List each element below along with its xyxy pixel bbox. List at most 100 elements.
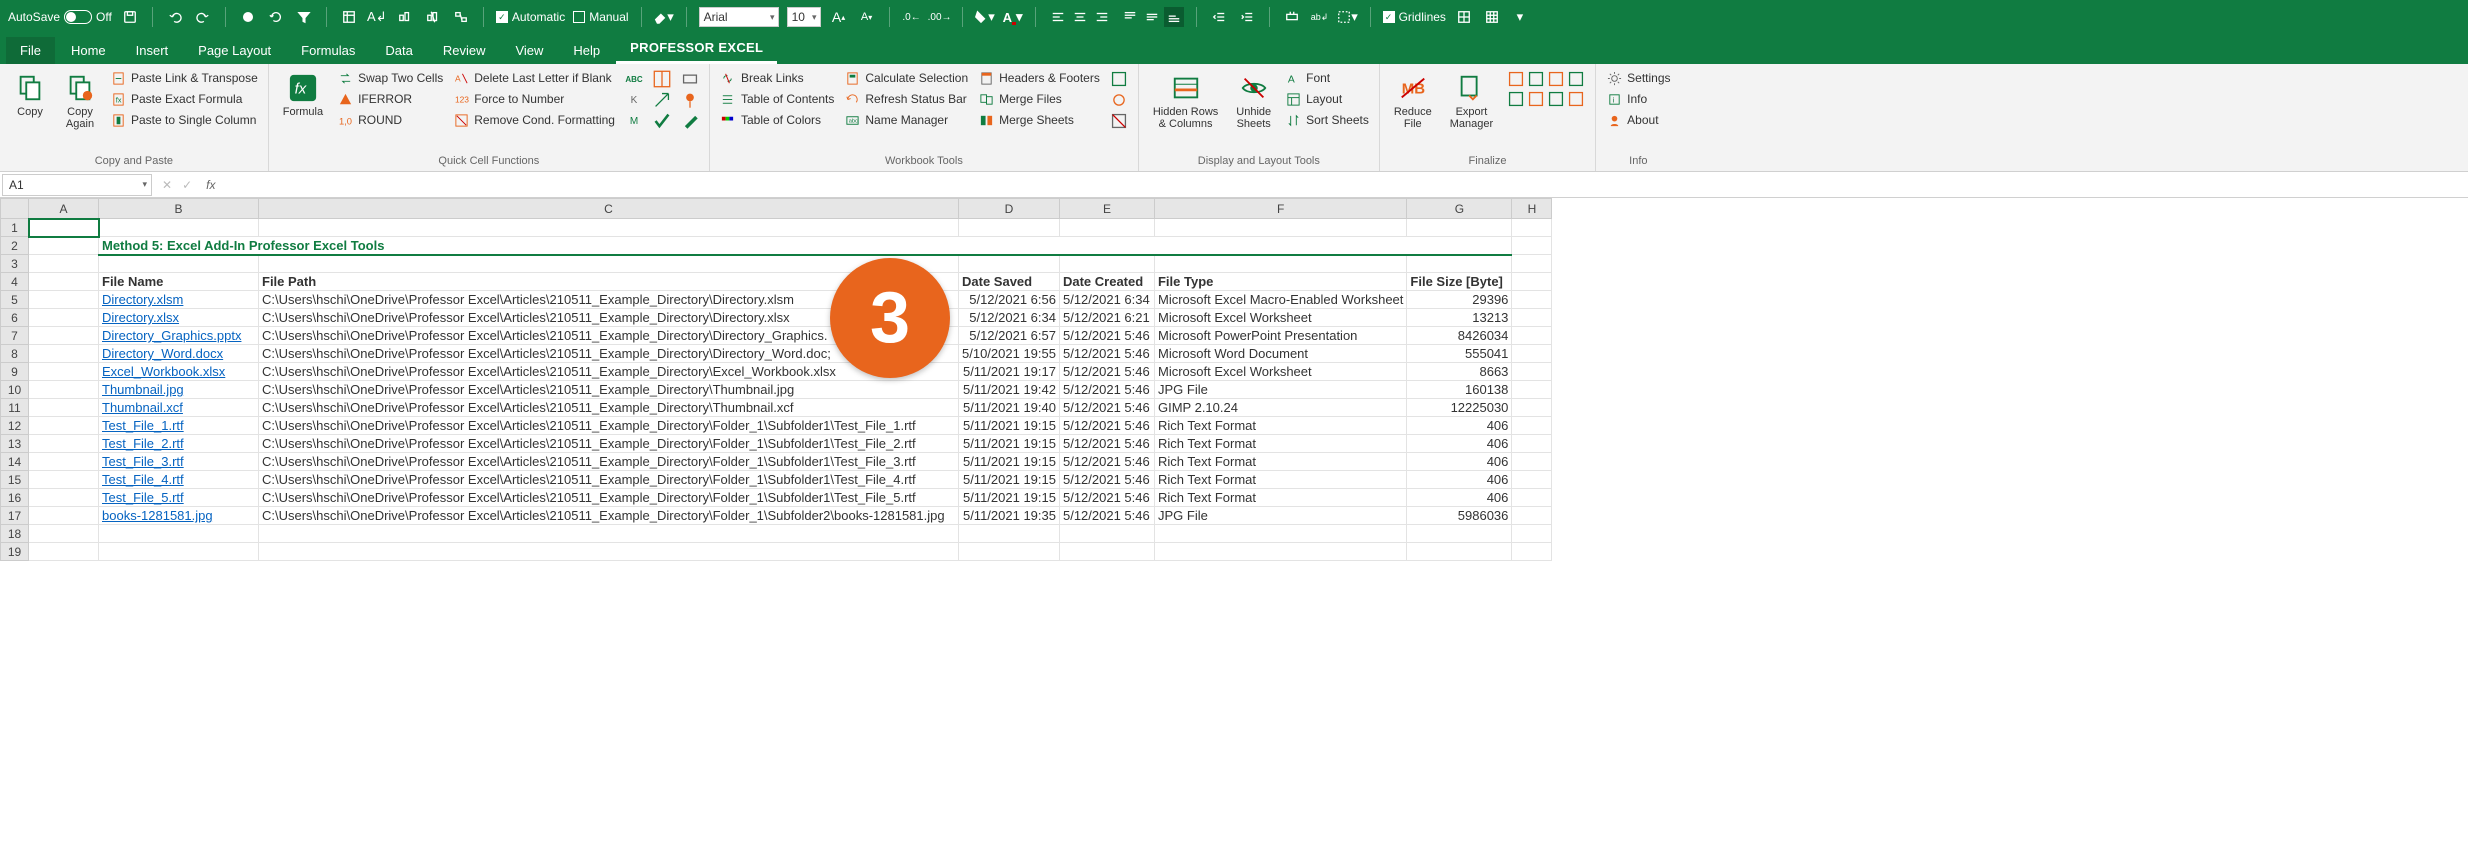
align-left-icon[interactable]	[1048, 7, 1068, 27]
cell[interactable]	[99, 525, 259, 543]
date-created[interactable]: 5/12/2021 5:46	[1059, 345, 1154, 363]
row-header-5[interactable]: 5	[1, 291, 29, 309]
file-size[interactable]: 160138	[1407, 381, 1512, 399]
cell[interactable]	[29, 435, 99, 453]
cell[interactable]	[29, 237, 99, 255]
fx-label[interactable]: fx	[200, 178, 221, 192]
chevron-down-icon[interactable]: ▾	[1510, 7, 1530, 27]
file-name-link[interactable]: Thumbnail.jpg	[99, 381, 259, 399]
export-manager-button[interactable]: Export Manager	[1446, 70, 1497, 132]
date-saved[interactable]: 5/11/2021 19:42	[959, 381, 1060, 399]
tab-help[interactable]: Help	[559, 37, 614, 64]
cell[interactable]	[29, 417, 99, 435]
file-type[interactable]: Microsoft Excel Worksheet	[1154, 309, 1406, 327]
file-name-link[interactable]: Directory.xlsm	[99, 291, 259, 309]
date-created[interactable]: 5/12/2021 5:46	[1059, 399, 1154, 417]
row-header-8[interactable]: 8	[1, 345, 29, 363]
cell[interactable]	[1154, 525, 1406, 543]
row-header-16[interactable]: 16	[1, 489, 29, 507]
align-right-icon[interactable]	[1092, 7, 1112, 27]
file-name-link[interactable]: Thumbnail.xcf	[99, 399, 259, 417]
cell[interactable]	[259, 543, 959, 561]
date-created[interactable]: 5/12/2021 6:34	[1059, 291, 1154, 309]
abc-mini-icon[interactable]: ABC	[625, 70, 643, 88]
date-created[interactable]: 5/12/2021 5:46	[1059, 381, 1154, 399]
about-button[interactable]: About	[1606, 112, 1670, 128]
merge-icon[interactable]	[1282, 7, 1302, 27]
cell[interactable]	[29, 291, 99, 309]
k-mini-icon[interactable]: K	[625, 91, 643, 109]
date-created[interactable]: 5/12/2021 5:46	[1059, 363, 1154, 381]
brush-mini-icon[interactable]	[681, 112, 699, 130]
cell[interactable]	[1154, 543, 1406, 561]
check-mini-icon[interactable]	[653, 112, 671, 130]
fin-mini-7-icon[interactable]	[1547, 90, 1565, 108]
cell[interactable]	[29, 507, 99, 525]
file-name-link[interactable]: books-1281581.jpg	[99, 507, 259, 525]
cell[interactable]	[29, 399, 99, 417]
file-size[interactable]: 406	[1407, 489, 1512, 507]
file-name-link[interactable]: Test_File_5.rtf	[99, 489, 259, 507]
cell[interactable]	[99, 255, 259, 273]
row-header-9[interactable]: 9	[1, 363, 29, 381]
cell[interactable]	[1512, 345, 1552, 363]
file-path[interactable]: C:\Users\hschi\OneDrive\Professor Excel\…	[259, 507, 959, 525]
decrease-decimal-icon[interactable]: .0←	[902, 7, 922, 27]
cell[interactable]	[1407, 255, 1512, 273]
merge-sheets-button[interactable]: Merge Sheets	[978, 112, 1100, 128]
delete-last-letter-button[interactable]: ADelete Last Letter if Blank	[453, 70, 615, 86]
cell[interactable]	[99, 219, 259, 237]
date-saved[interactable]: 5/11/2021 19:15	[959, 489, 1060, 507]
gridlines-checkbox[interactable]: ✓Gridlines	[1383, 10, 1446, 24]
save-icon[interactable]	[120, 7, 140, 27]
file-type[interactable]: JPG File	[1154, 507, 1406, 525]
align-center-icon[interactable]	[1070, 7, 1090, 27]
file-path[interactable]: C:\Users\hschi\OneDrive\Professor Excel\…	[259, 471, 959, 489]
file-size[interactable]: 29396	[1407, 291, 1512, 309]
tab-file[interactable]: File	[6, 37, 55, 64]
hidden-rows-button[interactable]: Hidden Rows & Columns	[1149, 70, 1222, 132]
file-path[interactable]: C:\Users\hschi\OneDrive\Professor Excel\…	[259, 417, 959, 435]
cell[interactable]	[1512, 327, 1552, 345]
cell[interactable]	[1512, 471, 1552, 489]
align-bottom-icon[interactable]	[1164, 7, 1184, 27]
row-header-1[interactable]: 1	[1, 219, 29, 237]
font-color-icon[interactable]: A▾	[1003, 7, 1023, 27]
file-name-link[interactable]: Test_File_3.rtf	[99, 453, 259, 471]
row-header-7[interactable]: 7	[1, 327, 29, 345]
cell[interactable]	[29, 543, 99, 561]
row-header-18[interactable]: 18	[1, 525, 29, 543]
row-header-2[interactable]: 2	[1, 237, 29, 255]
col-header-E[interactable]: E	[1059, 199, 1154, 219]
tab-view[interactable]: View	[501, 37, 557, 64]
fin-mini-1-icon[interactable]	[1507, 70, 1525, 88]
table-of-contents-button[interactable]: Table of Contents	[720, 91, 834, 107]
merge-files-button[interactable]: Merge Files	[978, 91, 1100, 107]
unhide-sheets-button[interactable]: Unhide Sheets	[1232, 70, 1275, 132]
cell[interactable]	[1512, 435, 1552, 453]
cell[interactable]	[259, 525, 959, 543]
sheet-title[interactable]: Method 5: Excel Add-In Professor Excel T…	[99, 237, 1512, 255]
cell[interactable]	[1512, 525, 1552, 543]
file-name-link[interactable]: Directory.xlsx	[99, 309, 259, 327]
file-type[interactable]: Rich Text Format	[1154, 435, 1406, 453]
table-icon[interactable]	[1482, 7, 1502, 27]
col-header-G[interactable]: G	[1407, 199, 1512, 219]
formula-input[interactable]	[221, 174, 2468, 196]
tab-home[interactable]: Home	[57, 37, 120, 64]
cell[interactable]	[29, 453, 99, 471]
file-size[interactable]: 13213	[1407, 309, 1512, 327]
force-number-button[interactable]: 123Force to Number	[453, 91, 615, 107]
row-header-14[interactable]: 14	[1, 453, 29, 471]
layout-button[interactable]: Layout	[1285, 91, 1369, 107]
border-icon[interactable]: ▾	[1338, 7, 1358, 27]
toggle-switch-icon[interactable]	[64, 10, 92, 24]
break-links-button[interactable]: Break Links	[720, 70, 834, 86]
decrease-font-icon[interactable]: A▾	[857, 7, 877, 27]
col-header-B[interactable]: B	[99, 199, 259, 219]
date-created[interactable]: 5/12/2021 5:46	[1059, 417, 1154, 435]
file-name-link[interactable]: Excel_Workbook.xlsx	[99, 363, 259, 381]
file-name-link[interactable]: Test_File_4.rtf	[99, 471, 259, 489]
file-size[interactable]: 406	[1407, 435, 1512, 453]
date-saved[interactable]: 5/11/2021 19:15	[959, 471, 1060, 489]
